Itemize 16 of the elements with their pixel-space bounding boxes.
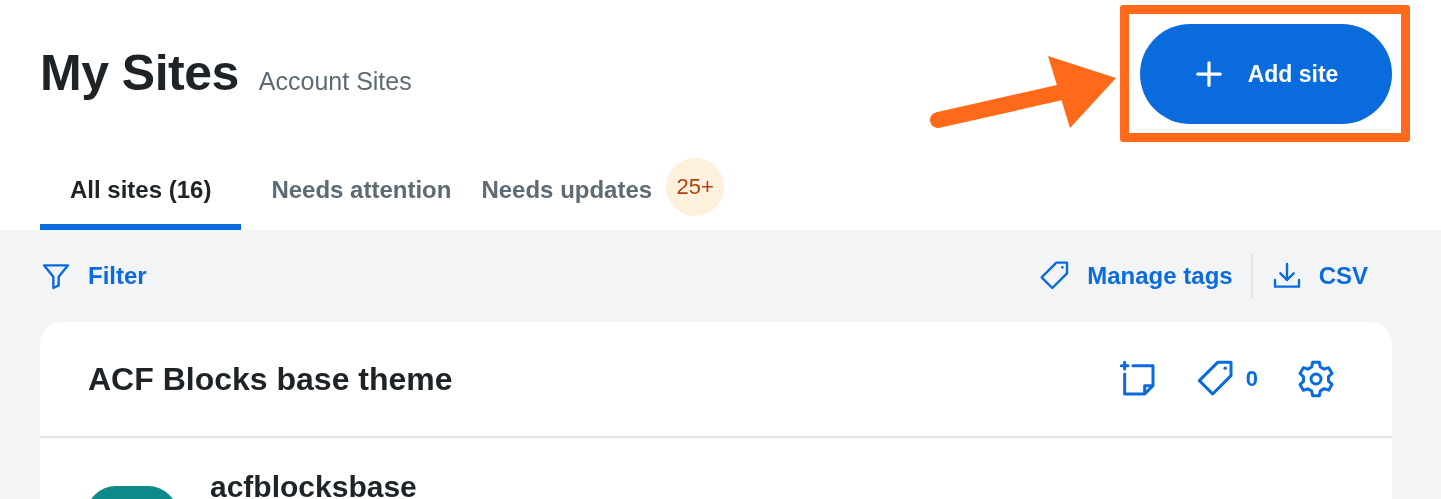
page-title: My Sites bbox=[40, 44, 239, 102]
tag-icon bbox=[1195, 359, 1236, 399]
tags-button[interactable]: 0 bbox=[1195, 359, 1258, 399]
plus-icon bbox=[1193, 59, 1224, 89]
settings-icon[interactable] bbox=[1296, 359, 1336, 399]
add-site-button[interactable]: Add site bbox=[1140, 24, 1392, 124]
filter-button[interactable]: Filter bbox=[40, 260, 147, 292]
site-name[interactable]: acfblocksbase bbox=[210, 472, 417, 499]
page-subtitle: Account Sites bbox=[258, 67, 412, 96]
add-note-icon[interactable] bbox=[1117, 359, 1158, 399]
tab[interactable]: Needs attention bbox=[271, 150, 452, 230]
tab[interactable]: Needs updates bbox=[481, 150, 653, 230]
manage-tags-button[interactable]: Manage tags bbox=[1039, 260, 1233, 292]
group-title: ACF Blocks base theme bbox=[88, 360, 453, 398]
count-badge: 25+ bbox=[666, 158, 725, 216]
csv-download-button[interactable]: CSV bbox=[1270, 260, 1368, 292]
